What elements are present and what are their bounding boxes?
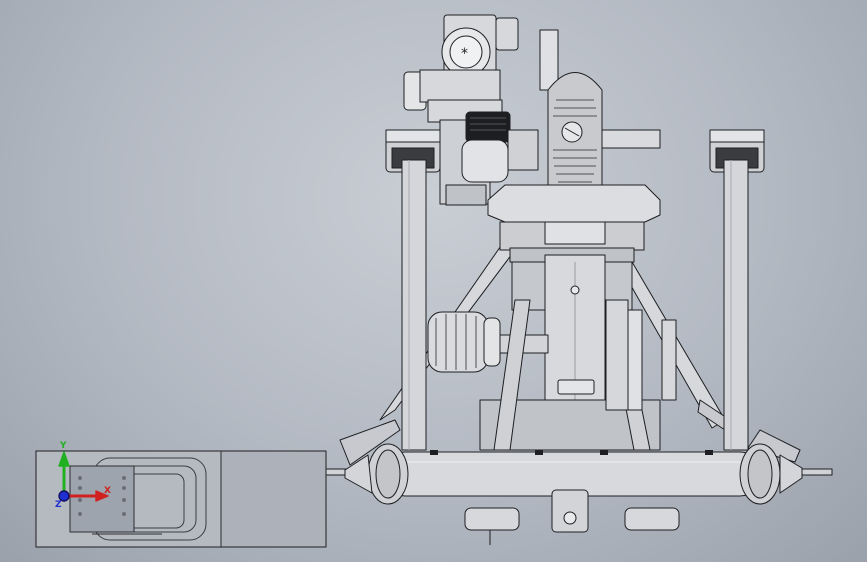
svg-text:*: * (461, 46, 468, 62)
axis-label-y: Y (60, 441, 67, 451)
ribbed-cradle (539, 29, 661, 208)
axis-label-z: Z (55, 500, 62, 510)
base-plate-section (35, 450, 327, 548)
yoke-platform (487, 184, 661, 263)
axis-label-x: X (104, 486, 111, 496)
base-feet (464, 489, 680, 545)
cad-3d-viewport[interactable]: * Y Z X (0, 0, 867, 562)
right-post (709, 129, 765, 451)
adjustment-knob (461, 111, 539, 183)
traverse-handwheel (427, 311, 549, 373)
cad-model-drawing[interactable]: * (0, 0, 867, 562)
